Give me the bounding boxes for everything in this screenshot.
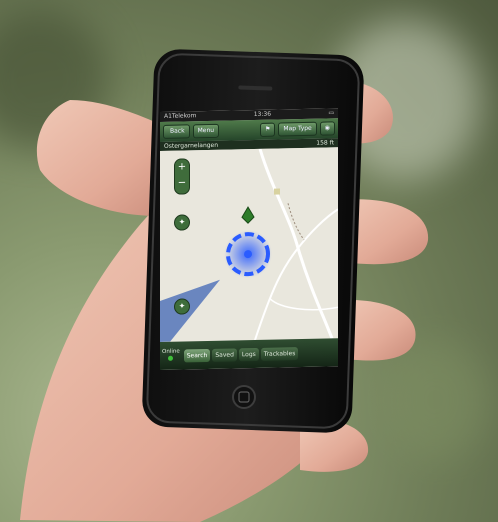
tab-search[interactable]: Search <box>183 348 211 363</box>
water-area <box>160 279 220 342</box>
zoom-out-icon[interactable]: − <box>175 175 189 191</box>
road <box>258 148 334 339</box>
map-view[interactable]: + − ✦ ✦ <box>160 147 338 342</box>
battery-icon: ▭ <box>328 109 334 117</box>
zoom-control[interactable]: + − <box>174 158 190 195</box>
tab-logs[interactable]: Logs <box>238 347 259 361</box>
map-poi <box>274 188 280 195</box>
geocache-marker-icon <box>241 206 255 224</box>
road <box>269 298 338 311</box>
trail <box>287 203 305 241</box>
online-status-icon <box>168 355 174 361</box>
photo-scene: A1Telekom 13:36 ▭ Back Menu ⚑ Map Type ◉… <box>0 0 498 522</box>
online-label: Online <box>162 348 180 355</box>
map-type-button[interactable]: Map Type <box>278 121 317 137</box>
flag-icon[interactable]: ⚑ <box>260 122 276 137</box>
home-button-icon <box>232 385 256 409</box>
distance-label: 158 ft <box>316 139 334 147</box>
online-indicator: Online <box>162 348 182 363</box>
tab-saved[interactable]: Saved <box>212 347 237 362</box>
back-button[interactable]: Back <box>163 124 190 139</box>
bottom-tab-bar: Online Search Saved Logs Trackables <box>160 338 338 370</box>
menu-button[interactable]: Menu <box>192 123 220 139</box>
clock-label: 13:36 <box>253 110 272 119</box>
tab-trackables[interactable]: Trackables <box>260 346 299 361</box>
zoom-in-icon[interactable]: + <box>175 159 189 175</box>
road <box>297 208 338 249</box>
phone-screen: A1Telekom 13:36 ▭ Back Menu ⚑ Map Type ◉… <box>160 108 338 371</box>
carrier-label: A1Telekom <box>164 112 197 120</box>
location-icon[interactable]: ◉ <box>319 121 335 136</box>
